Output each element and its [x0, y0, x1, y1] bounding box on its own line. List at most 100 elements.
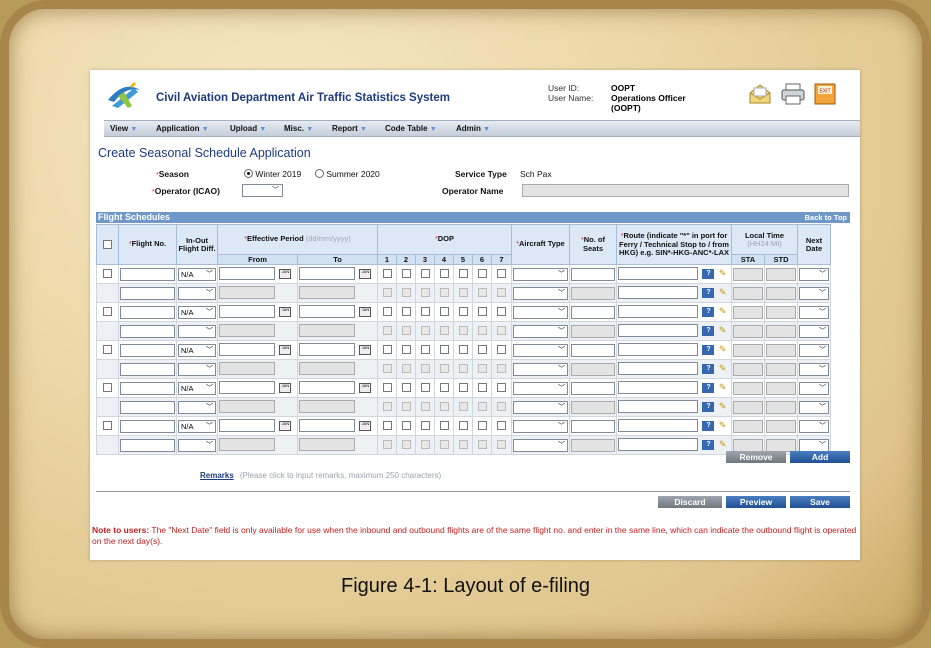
to-date-input[interactable]	[299, 343, 355, 357]
dop-day-7-checkbox[interactable]	[497, 345, 506, 355]
help-icon[interactable]: ?	[702, 344, 715, 355]
season-radio-winter[interactable]: Winter 2019	[244, 169, 301, 179]
row-checkbox[interactable]	[103, 345, 112, 355]
route-input[interactable]	[618, 400, 698, 414]
calendar-icon[interactable]: JAN	[359, 344, 372, 355]
route-input[interactable]	[618, 267, 698, 281]
operator-select[interactable]: ﹀	[242, 184, 283, 197]
to-date-input[interactable]	[299, 305, 355, 319]
next-date-select[interactable]: ﹀	[799, 438, 829, 452]
back-to-top-link[interactable]: Back to Top	[805, 213, 847, 222]
pencil-icon[interactable]: ✎	[719, 401, 727, 412]
calendar-icon[interactable]: JAN	[359, 420, 372, 431]
aircraft-type-select[interactable]: ﹀	[513, 362, 568, 376]
dop-day-5-checkbox[interactable]	[458, 345, 468, 355]
in-out-select[interactable]: ﹀	[178, 362, 216, 376]
to-date-input[interactable]	[299, 419, 355, 433]
aircraft-type-select[interactable]: ﹀	[513, 438, 568, 452]
dop-day-7-checkbox[interactable]	[497, 421, 506, 431]
calendar-icon[interactable]: JAN	[279, 420, 292, 431]
row-checkbox[interactable]	[103, 421, 112, 431]
dop-day-4-checkbox[interactable]	[439, 383, 449, 393]
in-out-select[interactable]: ﹀	[178, 286, 216, 300]
next-date-select[interactable]: ﹀	[799, 305, 829, 319]
help-icon[interactable]: ?	[702, 306, 715, 317]
help-icon[interactable]: ?	[702, 287, 715, 298]
in-out-select[interactable]: N/A ﹀	[178, 343, 216, 357]
route-input[interactable]	[618, 305, 698, 319]
seats-input[interactable]	[571, 343, 615, 357]
aircraft-type-select[interactable]: ﹀	[513, 286, 568, 300]
add-button[interactable]: Add	[790, 451, 850, 463]
dop-day-3-checkbox[interactable]	[420, 421, 430, 431]
flight-no-input[interactable]	[120, 343, 175, 357]
remarks-link[interactable]: Remarks	[200, 471, 234, 480]
mail-icon[interactable]	[748, 83, 772, 105]
dop-day-5-checkbox[interactable]	[458, 269, 468, 279]
aircraft-type-select[interactable]: ﹀	[513, 343, 568, 357]
dop-day-1-checkbox[interactable]	[382, 383, 392, 393]
pencil-icon[interactable]: ✎	[719, 420, 727, 431]
next-date-select[interactable]: ﹀	[799, 362, 829, 376]
dop-day-3-checkbox[interactable]	[420, 307, 430, 317]
exit-icon[interactable]: EXIT	[814, 83, 836, 105]
dop-day-7-checkbox[interactable]	[497, 307, 506, 317]
route-input[interactable]	[618, 438, 698, 452]
next-date-select[interactable]: ﹀	[799, 381, 829, 395]
in-out-select[interactable]: N/A ﹀	[178, 381, 216, 395]
dop-day-4-checkbox[interactable]	[439, 269, 449, 279]
row-checkbox[interactable]	[103, 269, 112, 279]
discard-button[interactable]: Discard	[658, 496, 722, 508]
flight-no-input[interactable]	[120, 324, 175, 338]
dop-day-1-checkbox[interactable]	[382, 307, 392, 317]
from-date-input[interactable]	[219, 381, 275, 395]
calendar-icon[interactable]: JAN	[359, 306, 372, 317]
next-date-select[interactable]: ﹀	[799, 267, 829, 281]
aircraft-type-select[interactable]: ﹀	[513, 324, 568, 338]
preview-button[interactable]: Preview	[726, 496, 786, 508]
to-date-input[interactable]	[299, 381, 355, 395]
aircraft-type-select[interactable]: ﹀	[513, 419, 568, 433]
flight-no-input[interactable]	[120, 419, 175, 433]
flight-no-input[interactable]	[120, 305, 175, 319]
help-icon[interactable]: ?	[702, 401, 715, 412]
seats-input[interactable]	[571, 267, 615, 281]
route-input[interactable]	[618, 362, 698, 376]
select-all-checkbox[interactable]	[103, 240, 112, 249]
dop-day-2-checkbox[interactable]	[401, 345, 411, 355]
in-out-select[interactable]: N/A ﹀	[178, 305, 216, 319]
from-date-input[interactable]	[219, 305, 275, 319]
menu-report[interactable]: Report ▼	[332, 124, 367, 133]
save-button[interactable]: Save	[790, 496, 850, 508]
next-date-select[interactable]: ﹀	[799, 400, 829, 414]
route-input[interactable]	[618, 419, 698, 433]
from-date-input[interactable]	[219, 419, 275, 433]
help-icon[interactable]: ?	[702, 382, 715, 393]
pencil-icon[interactable]: ✎	[719, 268, 727, 279]
row-checkbox[interactable]	[103, 383, 112, 393]
dop-day-3-checkbox[interactable]	[420, 383, 430, 393]
menu-view[interactable]: View ▼	[110, 124, 137, 133]
aircraft-type-select[interactable]: ﹀	[513, 305, 568, 319]
aircraft-type-select[interactable]: ﹀	[513, 381, 568, 395]
help-icon[interactable]: ?	[702, 420, 715, 431]
calendar-icon[interactable]: JAN	[359, 268, 372, 279]
dop-day-2-checkbox[interactable]	[401, 383, 411, 393]
pencil-icon[interactable]: ✎	[719, 363, 727, 374]
route-input[interactable]	[618, 286, 698, 300]
menu-admin[interactable]: Admin ▼	[456, 124, 490, 133]
season-radio-summer[interactable]: Summer 2020	[315, 169, 380, 179]
remove-button[interactable]: Remove	[726, 451, 786, 463]
in-out-select[interactable]: N/A ﹀	[178, 267, 216, 281]
flight-no-input[interactable]	[120, 438, 175, 452]
dop-day-5-checkbox[interactable]	[458, 421, 468, 431]
in-out-select[interactable]: ﹀	[178, 438, 216, 452]
pencil-icon[interactable]: ✎	[719, 306, 727, 317]
calendar-icon[interactable]: JAN	[279, 344, 292, 355]
route-input[interactable]	[618, 381, 698, 395]
in-out-select[interactable]: ﹀	[178, 400, 216, 414]
seats-input[interactable]	[571, 419, 615, 433]
calendar-icon[interactable]: JAN	[359, 382, 372, 393]
menu-upload[interactable]: Upload ▼	[230, 124, 266, 133]
dop-day-4-checkbox[interactable]	[439, 307, 449, 317]
